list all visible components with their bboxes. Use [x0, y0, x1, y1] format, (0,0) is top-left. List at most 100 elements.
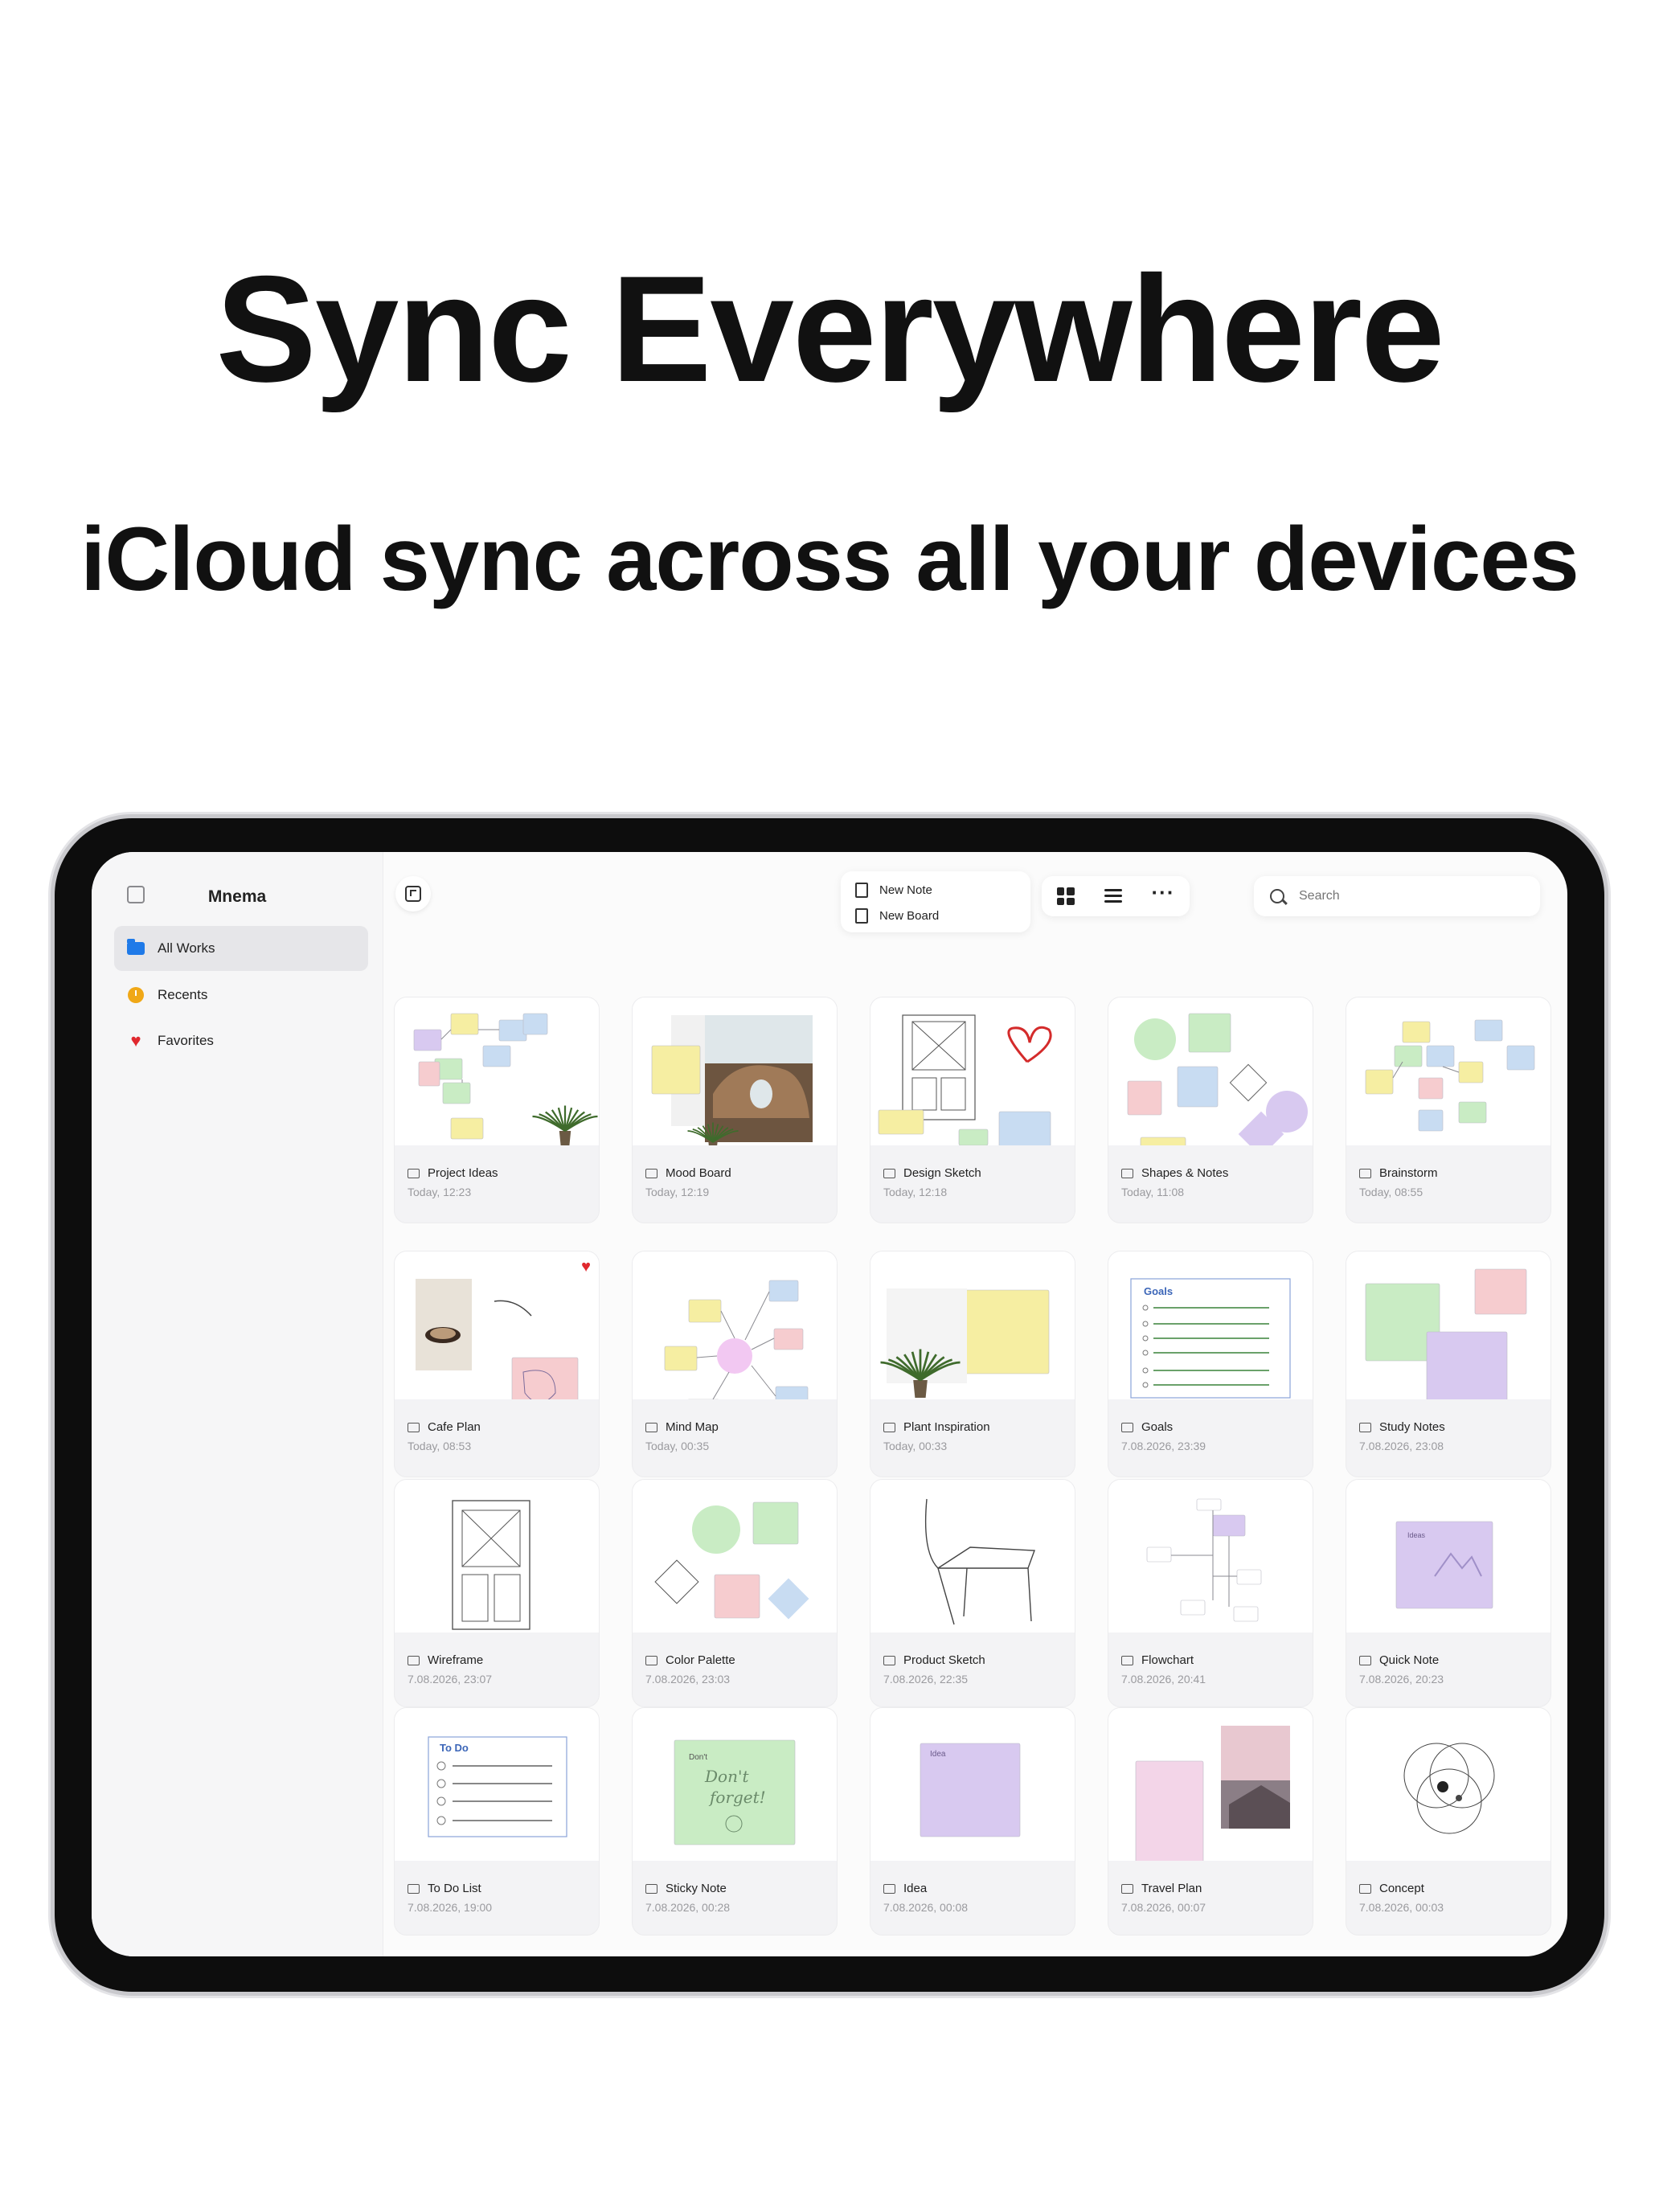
clock-icon [125, 986, 146, 1004]
board-card[interactable]: Color Palette 7.08.2026, 23:03 [632, 1479, 838, 1707]
board-meta: Wireframe 7.08.2026, 23:07 [395, 1632, 599, 1706]
board-name: Design Sketch [883, 1166, 981, 1180]
folder-icon [408, 1883, 420, 1894]
board-meta: Concept 7.08.2026, 00:03 [1346, 1861, 1550, 1935]
board-title: Plant Inspiration [903, 1420, 990, 1434]
search-input[interactable] [1297, 888, 1501, 904]
board-name: Sticky Note [645, 1882, 727, 1895]
board-thumbnail [633, 1251, 837, 1421]
folder-icon [645, 1655, 657, 1665]
board-card[interactable]: Ideas Quick Note 7.08.2026, 20:23 [1346, 1479, 1551, 1707]
board-date: 7.08.2026, 23:07 [408, 1673, 493, 1686]
edit-button[interactable] [395, 876, 431, 911]
board-name: Travel Plan [1121, 1882, 1202, 1895]
board-card[interactable]: ♥ Cafe Plan Today, 08:53 [394, 1251, 600, 1477]
svg-text:To Do: To Do [440, 1742, 469, 1754]
heart-icon: ♥ [130, 1030, 141, 1051]
board-meta: Brainstorm Today, 08:55 [1346, 1145, 1550, 1223]
board-card[interactable]: Design Sketch Today, 12:18 [870, 997, 1075, 1223]
board-card[interactable]: Project Ideas Today, 12:23 [394, 997, 600, 1223]
board-meta: Goals 7.08.2026, 23:39 [1108, 1399, 1313, 1477]
board-card[interactable]: Study Notes 7.08.2026, 23:08 [1346, 1251, 1551, 1477]
board-date: Today, 11:08 [1121, 1186, 1185, 1198]
board-name: Goals [1121, 1420, 1173, 1434]
board-card[interactable]: Don't Don't forget! Sticky Note 7.08.2026, 0… [632, 1707, 838, 1936]
board-card[interactable]: Travel Plan 7.08.2026, 00:07 [1108, 1707, 1313, 1936]
board-date: Today, 08:53 [408, 1440, 472, 1452]
view-mode-control: ··· [1042, 876, 1190, 916]
folder-icon [1359, 1883, 1371, 1894]
board-card[interactable]: Mood Board Today, 12:19 [632, 997, 838, 1223]
board-title: Design Sketch [903, 1166, 981, 1180]
board-thumbnail [1346, 1708, 1550, 1861]
board-meta: Shapes & Notes Today, 11:08 [1108, 1145, 1313, 1223]
folder-icon [645, 1168, 657, 1178]
board-name: Shapes & Notes [1121, 1166, 1228, 1180]
board-title: Project Ideas [428, 1166, 498, 1180]
board-card[interactable]: Flowchart 7.08.2026, 20:41 [1108, 1479, 1313, 1707]
board-card[interactable]: Product Sketch 7.08.2026, 22:35 [870, 1479, 1075, 1707]
board-thumbnail [1346, 997, 1550, 1145]
board-thumbnail: To Do [395, 1708, 599, 1861]
board-meta: Flowchart 7.08.2026, 20:41 [1108, 1632, 1313, 1706]
new-note-button[interactable]: New Note [855, 878, 932, 902]
board-thumbnail [870, 1480, 1075, 1632]
board-card[interactable]: Idea Idea 7.08.2026, 00:08 [870, 1707, 1075, 1936]
app-screen: Mnema All Works Recents ♥ Favorites New … [92, 852, 1567, 1956]
sidebar-item-favorites[interactable]: ♥ Favorites [114, 1018, 368, 1063]
sidebar-item-recents[interactable]: Recents [114, 973, 368, 1018]
board-title: Study Notes [1379, 1420, 1445, 1434]
board-card[interactable]: Shapes & Notes Today, 11:08 [1108, 997, 1313, 1223]
favorite-heart-icon[interactable]: ♥ [581, 1258, 591, 1276]
board-name: Wireframe [408, 1653, 483, 1667]
folder-icon [125, 939, 146, 957]
svg-text:Don't: Don't [704, 1767, 749, 1786]
board-thumbnail: Don't Don't forget! [633, 1708, 837, 1861]
board-meta: Study Notes 7.08.2026, 23:08 [1346, 1399, 1550, 1477]
board-card[interactable]: Brainstorm Today, 08:55 [1346, 997, 1551, 1223]
board-date: 7.08.2026, 00:28 [645, 1901, 731, 1914]
board-thumbnail [1346, 1251, 1550, 1415]
search-field[interactable] [1254, 876, 1540, 916]
board-date: 7.08.2026, 23:08 [1359, 1440, 1444, 1452]
board-name: Idea [883, 1882, 927, 1895]
document-icon [855, 907, 868, 924]
board-meta: Quick Note 7.08.2026, 20:23 [1346, 1632, 1550, 1706]
board-thumbnail [1108, 997, 1313, 1162]
new-board-button[interactable]: New Board [855, 903, 939, 928]
board-date: 7.08.2026, 00:03 [1359, 1901, 1444, 1914]
board-title: Product Sketch [903, 1653, 985, 1667]
board-card[interactable]: Goals Goals 7.08.2026, 23:39 [1108, 1251, 1313, 1477]
folder-icon [883, 1168, 895, 1178]
board-name: Mood Board [645, 1166, 731, 1180]
board-date: 7.08.2026, 23:03 [645, 1673, 731, 1686]
board-meta: Idea 7.08.2026, 00:08 [870, 1861, 1075, 1935]
board-title: Concept [1379, 1882, 1424, 1895]
board-thumbnail [395, 997, 599, 1145]
folder-icon [1359, 1655, 1371, 1665]
board-title: Idea [903, 1882, 928, 1895]
folder-icon [1121, 1422, 1133, 1432]
board-title: Brainstorm [1379, 1166, 1438, 1180]
board-title: Wireframe [428, 1653, 484, 1667]
sidebar-item-all-works[interactable]: All Works [114, 926, 368, 971]
board-meta: Mind Map Today, 00:35 [633, 1399, 837, 1477]
board-date: 7.08.2026, 22:35 [883, 1673, 969, 1686]
board-card[interactable]: To Do To Do List 7.08.2026, 19:00 [394, 1707, 600, 1936]
board-card[interactable]: Wireframe 7.08.2026, 23:07 [394, 1479, 600, 1707]
board-date: 7.08.2026, 20:41 [1121, 1673, 1206, 1686]
board-thumbnail: Goals [1108, 1251, 1313, 1399]
list-view-icon[interactable] [1104, 889, 1122, 903]
board-name: To Do List [408, 1882, 481, 1895]
grid-view-icon[interactable] [1056, 887, 1075, 905]
more-icon[interactable]: ··· [1152, 882, 1175, 903]
board-card[interactable]: Plant Inspiration Today, 00:33 [870, 1251, 1075, 1477]
board-meta: Color Palette 7.08.2026, 23:03 [633, 1632, 837, 1706]
board-date: Today, 08:55 [1359, 1186, 1423, 1198]
board-thumbnail [395, 1480, 599, 1632]
board-card[interactable]: Mind Map Today, 00:35 [632, 1251, 838, 1477]
board-title: To Do List [428, 1882, 481, 1895]
board-card[interactable]: Concept 7.08.2026, 00:03 [1346, 1707, 1551, 1936]
board-meta: Project Ideas Today, 12:23 [395, 1145, 599, 1223]
board-name: Study Notes [1359, 1420, 1445, 1434]
